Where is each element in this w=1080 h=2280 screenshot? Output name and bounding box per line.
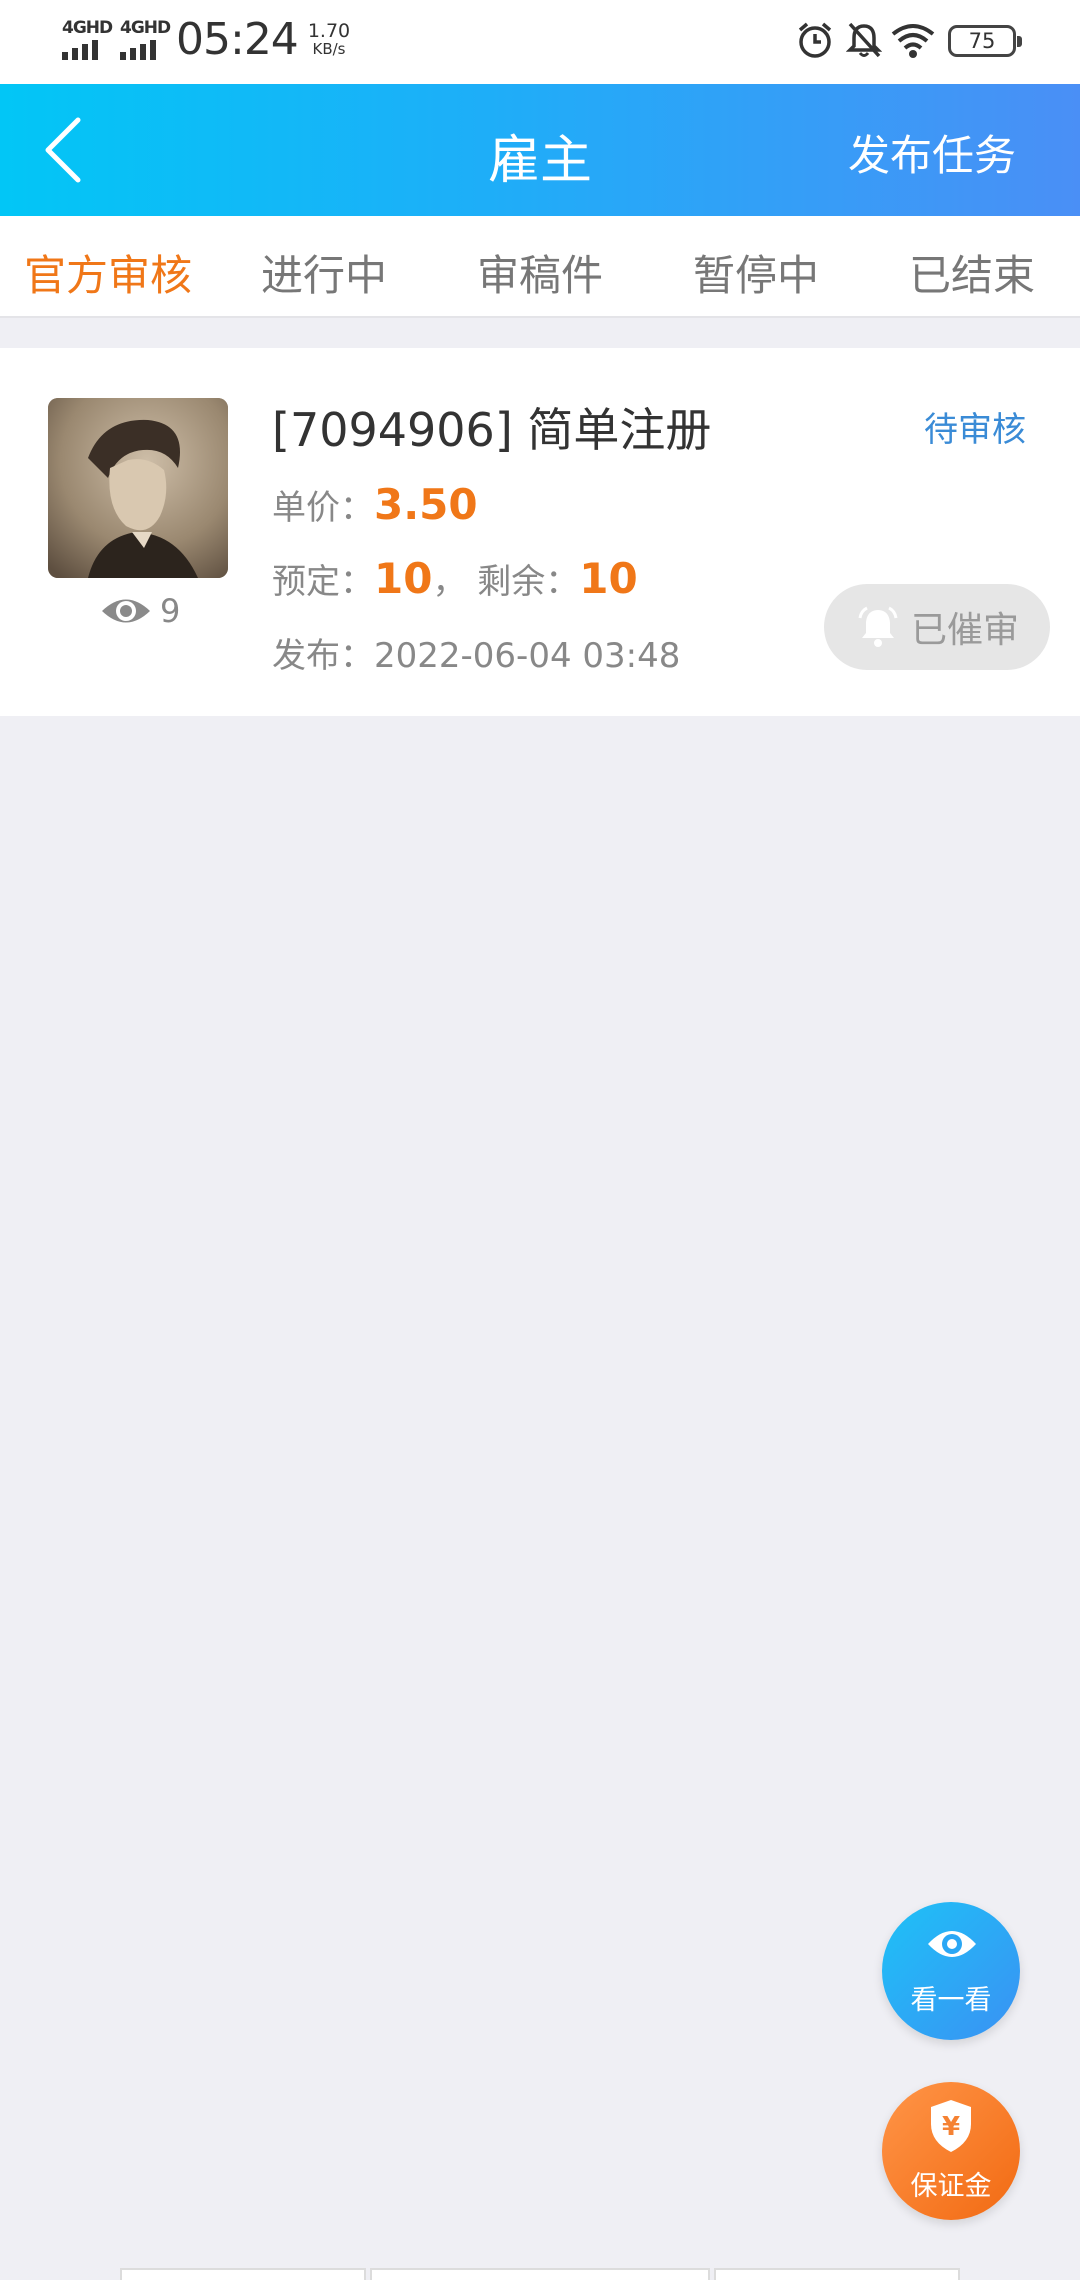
deposit-button[interactable]: ¥ 保证金 [882, 2082, 1020, 2220]
remaining-label: 剩余： [477, 562, 580, 602]
mute-bell-icon [846, 22, 882, 58]
published-label: 发布： [272, 636, 374, 676]
price-label: 单价： [272, 488, 374, 528]
app-header: 雇主 发布任务 [0, 84, 1080, 216]
status-bar: 4GHD 4GHD 05:24 1.70 KB/s 75 [0, 0, 1080, 84]
urge-review-button[interactable]: 已催审 [824, 584, 1050, 670]
publish-date-row: 发布：2022-06-04 03:48 [272, 628, 680, 677]
status-tabs: 官方审核 进行中 审稿件 暂停中 已结束 [0, 216, 1080, 318]
tab-official-review[interactable]: 官方审核 [0, 242, 216, 303]
status-time: 05:24 [176, 14, 299, 65]
shield-yen-icon: ¥ [931, 2100, 971, 2152]
published-date: 2022-06-04 03:48 [374, 636, 681, 676]
signal-icon-sim2: 4GHD [118, 18, 171, 60]
publish-task-button[interactable]: 发布任务 [848, 122, 1016, 183]
tab-ended[interactable]: 已结束 [864, 242, 1080, 303]
views-counter: 9 [100, 592, 180, 630]
task-card[interactable]: 9 [7094906] 简单注册 待审核 单价：3.50 预定：10， 剩余：1… [0, 348, 1080, 716]
speed-value: 1.70 [307, 20, 351, 42]
sim1-label: 4GHD [62, 18, 113, 38]
eye-icon [928, 1931, 976, 1957]
bell-icon [858, 606, 898, 647]
avatar [48, 398, 228, 578]
eye-icon [102, 599, 150, 623]
battery-icon: 75 [948, 25, 1022, 57]
views-count: 9 [160, 592, 181, 630]
network-speed: 1.70 KB/s [294, 20, 364, 59]
bottom-tab-edge [714, 2268, 960, 2280]
look-button[interactable]: 看一看 [882, 1902, 1020, 2040]
wifi-icon [891, 24, 935, 58]
tab-paused[interactable]: 暂停中 [648, 242, 864, 303]
bottom-tab-edge [120, 2268, 366, 2280]
remaining-value: 10 [579, 554, 638, 603]
yen-symbol: ¥ [942, 2112, 960, 2142]
signal-icon-sim1: 4GHD [60, 18, 113, 60]
alarm-icon [798, 22, 832, 58]
quantity-row: 预定：10， 剩余：10 [272, 554, 638, 603]
task-title: [7094906] 简单注册 [272, 403, 712, 457]
tab-in-progress[interactable]: 进行中 [216, 242, 432, 303]
reserved-label: 预定： [272, 562, 374, 602]
price-row: 单价：3.50 [272, 480, 478, 529]
look-label: 看一看 [910, 1985, 992, 2016]
bottom-tab-edge [370, 2268, 710, 2280]
status-badge: 待审核 [924, 410, 1026, 450]
battery-level: 75 [968, 29, 996, 53]
separator: ， [432, 562, 467, 602]
sim2-label: 4GHD [120, 18, 171, 38]
speed-unit: KB/s [312, 40, 346, 58]
tab-review-submissions[interactable]: 审稿件 [432, 242, 648, 303]
reserved-value: 10 [374, 554, 433, 603]
deposit-label: 保证金 [910, 2171, 992, 2202]
price-value: 3.50 [374, 480, 478, 529]
urge-label: 已催审 [910, 610, 1019, 651]
